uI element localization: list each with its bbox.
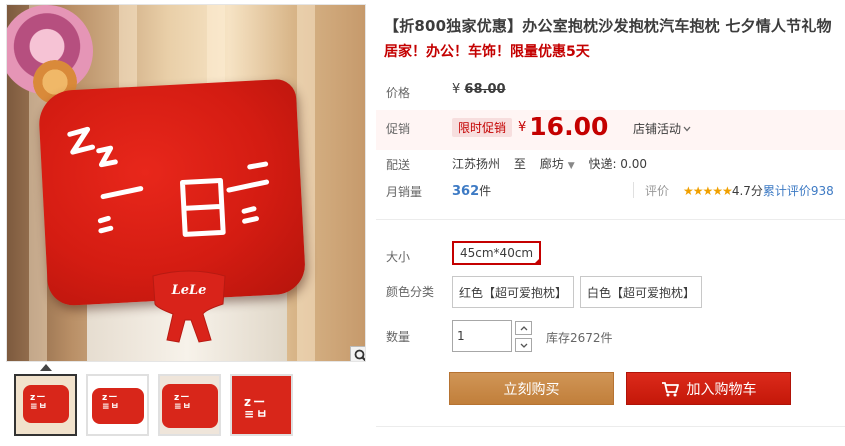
express-fee: 快递: 0.00 [588,157,648,171]
lele-doll-graphic: LeLe [152,270,226,343]
stock-count: 库存2672件 [546,331,613,345]
doll-text: LeLe [171,283,207,298]
shopping-cart-icon [661,381,679,396]
quantity-label: 数量 [386,330,411,344]
thumbnail-4[interactable]: z ー ≡ ㅂ [230,374,293,436]
color-label: 颜色分类 [386,285,435,299]
size-option-selected[interactable]: 45cm*40cm [452,241,542,265]
monthly-sales: 362件 [452,182,491,199]
review-score: 4.7分 [731,184,763,198]
color-option-white[interactable]: 白色【超可爱抱枕】 [580,276,703,308]
original-price-value: 68.00 [464,82,506,97]
quantity-decrease-button[interactable] [515,338,532,352]
star-rating-icon: ★★★★★ [683,184,733,198]
buy-now-button[interactable]: 立刻购买 [449,372,614,405]
promotion-price: ¥16.00 [518,112,608,141]
chevron-down-icon [683,126,691,132]
review-summary[interactable]: 评价 ★★★★★4.7分累计评价938 [645,182,834,199]
monthly-sales-unit: 件 [479,184,492,198]
review-count: 累计评价938 [762,184,834,198]
ship-destination: 廊坊 [539,157,564,171]
divider [633,182,634,198]
shipping-info: 江苏扬州 至 廊坊 ▼ 快递: 0.00 [452,155,647,172]
currency-symbol: ¥ [518,120,527,135]
color-option-text: 白色【超可爱抱枕】 [587,285,696,300]
currency-symbol: ¥ [452,82,461,97]
divider [376,426,845,427]
shop-activity-dropdown[interactable]: 店铺活动 [633,120,691,137]
size-option-text: 45cm*40cm [460,246,534,260]
chevron-down-icon [520,343,527,348]
ship-from: 江苏扬州 [452,157,501,171]
price-label: 价格 [386,86,411,100]
thumbnail-face-graphic: z ー ≡ ㅂ [244,395,267,421]
thumbnail-1[interactable]: z ー ≡ ㅂ [14,374,77,436]
thumbnail-2[interactable]: z ー ≡ ㅂ [86,374,149,436]
thumbnail-strip: z ー ≡ ㅂ z ー ≡ ㅂ z ー ≡ ㅂ z ー ≡ ㅂ [14,374,293,436]
quantity-increase-button[interactable] [515,321,532,335]
caret-down-icon: ▼ [567,161,575,171]
divider [376,219,845,220]
review-label: 评价 [645,184,670,198]
color-option-text: 红色【超可爱抱枕】 [459,285,568,300]
monthly-sales-label: 月销量 [386,185,423,199]
zoom-button[interactable] [350,346,365,361]
promotion-price-value: 16.00 [529,112,609,141]
chevron-up-icon [520,325,527,330]
original-price: ¥ 68.00 [452,82,506,97]
selected-check-icon [533,257,542,265]
monthly-sales-count: 362 [452,184,480,199]
promotion-label: 促销 [386,122,411,136]
product-subtitle: 居家！办公！车饰！限量优惠5天 [384,44,590,60]
ship-destination-select[interactable]: 廊坊 ▼ [540,157,575,171]
thumbnail-pointer-icon [40,364,52,371]
color-option-red[interactable]: 红色【超可爱抱枕】 [452,276,575,308]
add-to-cart-label: 加入购物车 [686,381,757,398]
thumbnail-face-graphic: z ー ≡ ㅂ [102,393,119,412]
ship-to-word: 至 [513,157,526,171]
quantity-input[interactable] [452,320,512,352]
size-label: 大小 [386,250,411,264]
promotion-tag: 限时促销 [452,118,513,137]
thumbnail-face-graphic: z ー ≡ ㅂ [174,393,191,412]
shop-activity-label: 店铺活动 [633,122,682,136]
magnifier-icon [354,349,365,361]
thumbnail-3[interactable]: z ー ≡ ㅂ [158,374,221,436]
add-to-cart-button[interactable]: 加入购物车 [626,372,791,405]
product-title: 【折800独家优惠】办公室抱枕沙发抱枕汽车抱枕 七夕情人节礼物 [384,17,832,35]
main-product-image[interactable]: LeLe [6,4,366,362]
thumbnail-face-graphic: z ー ≡ ㅂ [30,393,47,412]
promotion-background [376,110,845,150]
shipping-label: 配送 [386,158,411,172]
